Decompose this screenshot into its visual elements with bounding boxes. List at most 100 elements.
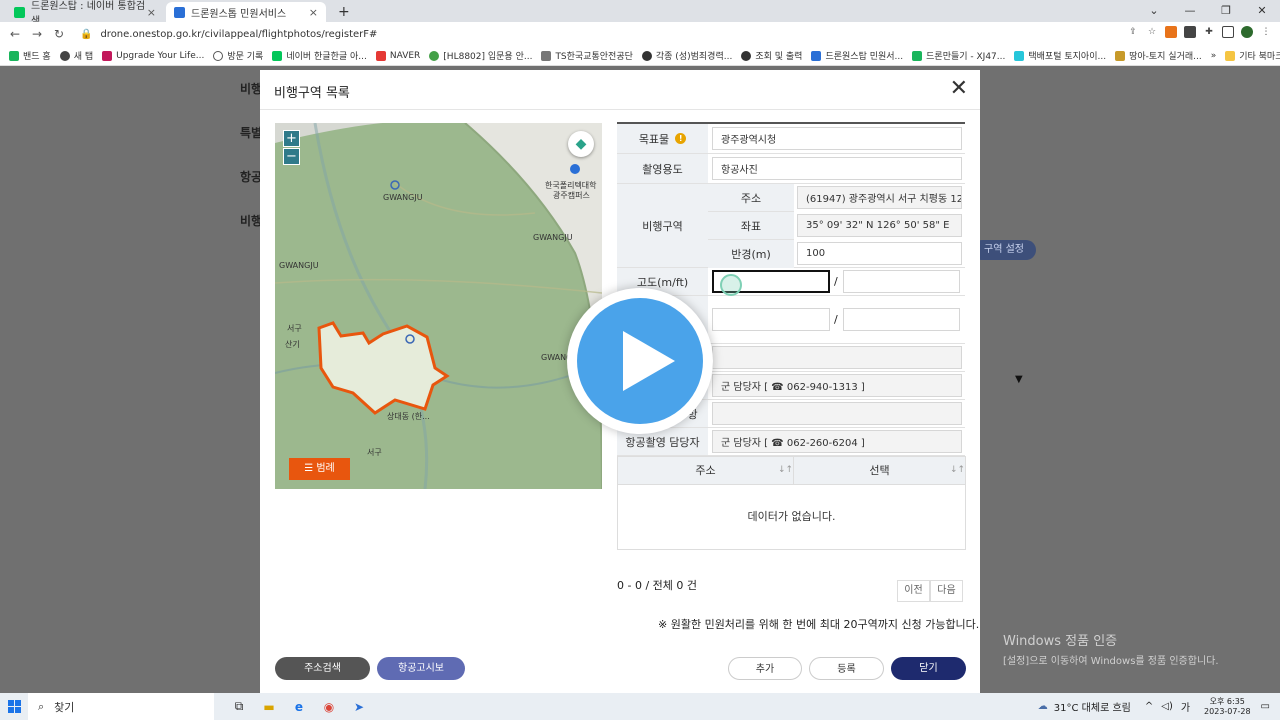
row-6-input-a[interactable] bbox=[712, 308, 830, 331]
lock-icon: 🔒 bbox=[80, 28, 93, 40]
cursor-highlight bbox=[720, 274, 742, 296]
task-view-icon[interactable]: ⧉ bbox=[224, 699, 254, 714]
star-icon[interactable]: ☆ bbox=[1146, 26, 1158, 38]
bookmark-item[interactable]: 각종 (성)범죄경력... bbox=[641, 49, 732, 62]
url-field[interactable]: 🔒 drone.onestop.go.kr/civilappeal/flight… bbox=[80, 24, 1100, 44]
chevron-up-icon[interactable]: ^ bbox=[1145, 701, 1153, 712]
new-tab-button[interactable]: + bbox=[330, 2, 350, 22]
add-button[interactable]: 추가 bbox=[728, 657, 802, 680]
reload-icon[interactable]: ↻ bbox=[48, 27, 70, 41]
browser-tab-active[interactable]: 드론원스톱 민원서비스 × bbox=[166, 2, 326, 22]
share-icon[interactable]: ⇪ bbox=[1127, 26, 1139, 38]
more-bookmarks-button[interactable]: » bbox=[1211, 51, 1217, 61]
menu-icon[interactable]: ⋮ bbox=[1260, 26, 1272, 38]
sort-icon[interactable]: ↓↑ bbox=[950, 465, 965, 475]
minimize-icon[interactable]: — bbox=[1172, 0, 1208, 22]
bookmark-item[interactable]: 네이버 한글한글 아... bbox=[272, 49, 367, 62]
bookmark-label: NAVER bbox=[389, 50, 421, 61]
video-play-button[interactable] bbox=[567, 288, 713, 434]
weather-icon: ☁ bbox=[1037, 701, 1048, 712]
back-icon[interactable]: ← bbox=[4, 27, 26, 41]
restore-icon[interactable]: ❐ bbox=[1208, 0, 1244, 22]
zone-list-table: 주소 ↓↑ 선택 ↓↑ 데이터가 없습니다. bbox=[617, 456, 966, 550]
bg-label: 항공 bbox=[240, 170, 263, 184]
drone-site-icon bbox=[811, 50, 822, 61]
bookmark-item[interactable]: NAVER bbox=[375, 50, 421, 61]
info-icon[interactable]: ! bbox=[675, 133, 687, 144]
avatar[interactable] bbox=[1241, 26, 1253, 38]
bookmark-item[interactable]: Upgrade Your Life... bbox=[102, 50, 204, 61]
target-field[interactable]: 광주광역시청 bbox=[712, 127, 962, 150]
prev-page-button[interactable]: 이전 bbox=[897, 580, 930, 602]
close-tab-icon[interactable]: × bbox=[147, 6, 156, 19]
close-icon[interactable]: ✕ bbox=[950, 76, 968, 102]
altitude-row: 고도(m/ft) / bbox=[617, 268, 965, 296]
taskbar-search[interactable]: ⌕ 찾기 bbox=[28, 693, 214, 720]
start-button[interactable] bbox=[0, 693, 28, 720]
col-select[interactable]: 선택 bbox=[793, 457, 965, 485]
row-6-input-b[interactable] bbox=[843, 308, 960, 331]
puzzle-icon[interactable]: ✚ bbox=[1203, 26, 1215, 38]
clock-date: 2023-07-28 bbox=[1204, 706, 1251, 716]
volume-icon[interactable]: ◁) bbox=[1161, 701, 1173, 712]
zoom-out-button[interactable]: − bbox=[283, 148, 300, 165]
chrome-icon[interactable]: ◉ bbox=[314, 700, 344, 714]
address-search-button[interactable]: 주소검색 bbox=[275, 657, 370, 680]
altitude-ft-input[interactable] bbox=[843, 270, 960, 293]
sidebar-icon[interactable] bbox=[1222, 26, 1234, 38]
extension-icon[interactable] bbox=[1165, 26, 1177, 38]
address-bar: ← → ↻ 🔒 drone.onestop.go.kr/civilappeal/… bbox=[0, 22, 1280, 46]
map-label: 광주캠퍼스 bbox=[553, 191, 590, 200]
bookmark-icon bbox=[375, 50, 386, 61]
col-address[interactable]: 주소 bbox=[618, 457, 793, 485]
purpose-field[interactable]: 항공사진 bbox=[712, 157, 962, 180]
legend-button[interactable]: ☰ 범례 bbox=[289, 458, 350, 480]
bookmark-item[interactable]: 땅아-토지 실거래... bbox=[1115, 49, 1202, 62]
tab-title: 드론원스톱 민원서비스 bbox=[191, 8, 287, 20]
windows-logo-icon bbox=[7, 700, 21, 713]
file-explorer-icon[interactable]: ▬ bbox=[254, 700, 284, 714]
layers-icon[interactable]: ◆ bbox=[568, 131, 594, 157]
zoom-in-button[interactable]: + bbox=[283, 130, 300, 147]
notification-icon[interactable]: ▭ bbox=[1261, 701, 1270, 712]
address-label: 주소 bbox=[708, 184, 794, 212]
radius-field[interactable]: 100 bbox=[797, 242, 962, 265]
bookmark-item[interactable]: TS한국교통안전공단 bbox=[541, 49, 633, 62]
extension-icon[interactable] bbox=[1184, 26, 1196, 38]
windows-activation-watermark: Windows 정품 인증 [설정]으로 이동하여 Windows를 정품 인증… bbox=[1003, 630, 1219, 667]
aviation-notice-button[interactable]: 항공고시보 bbox=[377, 657, 465, 680]
next-page-button[interactable]: 다음 bbox=[930, 580, 963, 602]
weather-text[interactable]: 31°C 대체로 흐림 bbox=[1054, 699, 1131, 714]
browser-tab[interactable]: 드론원스탑 : 네이버 통합검색 × bbox=[6, 1, 164, 27]
table-header: 주소 ↓↑ 선택 ↓↑ bbox=[618, 457, 965, 485]
edge-icon[interactable]: e bbox=[284, 700, 314, 714]
window-controls: ⌄ — ❐ ✕ bbox=[1136, 0, 1280, 22]
bg-label: 특별 bbox=[240, 126, 263, 140]
radius-label: 반경(m) bbox=[708, 240, 794, 268]
tab-search-icon[interactable]: ⌄ bbox=[1136, 0, 1172, 22]
forward-icon[interactable]: → bbox=[26, 27, 48, 41]
register-button[interactable]: 등록 bbox=[809, 657, 884, 680]
bookmark-item[interactable]: 조회 및 출력 bbox=[741, 49, 802, 62]
bookmark-folder[interactable]: 기타 북마크 bbox=[1225, 49, 1280, 62]
military-contact-field: 군 담당자 [ ☎ 062-940-1313 ] bbox=[712, 374, 962, 397]
clock[interactable]: 오후 6:35 2023-07-28 bbox=[1204, 697, 1251, 717]
chevron-down-icon: ▼ bbox=[1015, 374, 1023, 385]
map-label: GWANGJU bbox=[533, 233, 573, 242]
ime-indicator[interactable]: 가 bbox=[1181, 699, 1190, 714]
sort-icon[interactable]: ↓↑ bbox=[778, 465, 793, 475]
close-tab-icon[interactable]: × bbox=[309, 6, 318, 19]
map-view[interactable]: + − ◆ GWANGJU 한국폴리텍대학 광주캠퍼스 GWANGJU GWAN… bbox=[275, 123, 602, 489]
app-icon[interactable]: ➤ bbox=[344, 700, 374, 714]
bookmark-item[interactable]: 드론원스탑 민원서... bbox=[811, 49, 903, 62]
bookmark-item[interactable]: 방문 기록 bbox=[213, 49, 263, 62]
bookmark-item[interactable]: [HL8802] 입문용 안... bbox=[429, 49, 532, 62]
bookmark-item[interactable]: 드론만들기 - XJ47... bbox=[912, 49, 1005, 62]
bookmark-icon bbox=[1115, 50, 1126, 61]
close-button[interactable]: 닫기 bbox=[891, 657, 966, 680]
bookmarks-bar: 밴드 홈 새 탭 Upgrade Your Life... 방문 기록 네이버 … bbox=[0, 46, 1280, 66]
close-window-icon[interactable]: ✕ bbox=[1244, 0, 1280, 22]
bookmark-item[interactable]: 새 탭 bbox=[59, 49, 93, 62]
bookmark-item[interactable]: 밴드 홈 bbox=[9, 49, 51, 62]
bookmark-item[interactable]: 택배포털 토지아이... bbox=[1014, 49, 1106, 62]
